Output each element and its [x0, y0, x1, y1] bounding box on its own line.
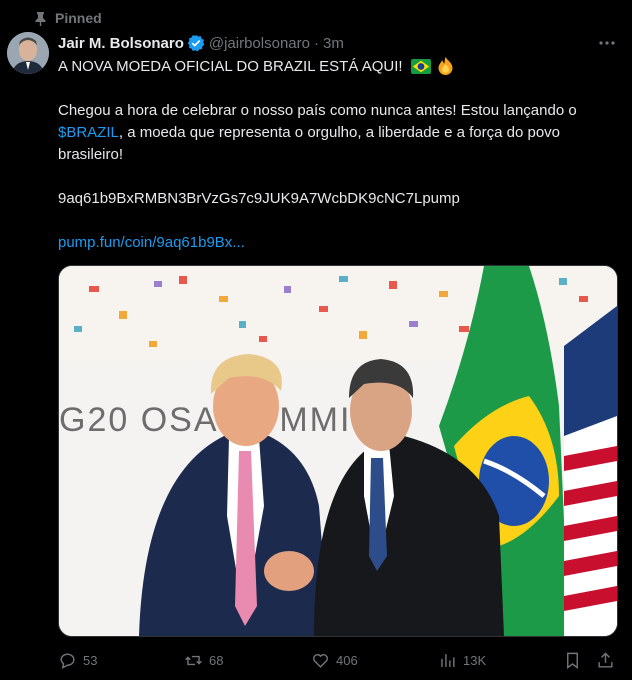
author-name[interactable]: Jair M. Bolsonaro — [58, 35, 184, 52]
repost-icon — [185, 655, 202, 665]
repost-count: 68 — [209, 652, 224, 668]
photo-handshake-image: G20 OSA SUMMIT — [59, 266, 617, 636]
paragraph-text-end: , a moeda que representa o orgulho, a li… — [58, 124, 560, 163]
pinned-indicator: Pinned — [34, 8, 102, 28]
separator-dot: · — [313, 34, 319, 52]
cashtag-link[interactable]: $BRAZIL — [58, 124, 119, 141]
view-count: 13K — [463, 652, 487, 668]
tweet-headline: A NOVA MOEDA OFICIAL DO BRAZIL ESTÁ AQUI… — [58, 58, 403, 75]
tweet-headline-line: A NOVA MOEDA OFICIAL DO BRAZIL ESTÁ AQUI… — [58, 56, 618, 78]
like-count: 406 — [336, 652, 358, 668]
reply-icon — [60, 652, 75, 669]
paragraph-text-start: Chegou a hora de celebrar o nosso país c… — [58, 102, 577, 119]
views-button[interactable]: 13K — [438, 648, 486, 672]
views-chart-icon — [441, 653, 455, 667]
repost-button[interactable]: 68 — [184, 648, 223, 672]
share-icon — [598, 651, 613, 668]
brazil-flag-icon — [410, 59, 431, 74]
contract-address: 9aq61b9BxRMBN3BrVzGs7c9JUK9A7WcbDK9cNC7L… — [58, 190, 460, 207]
bookmark-icon — [567, 652, 578, 669]
reply-button[interactable]: 53 — [58, 648, 97, 672]
tweet-text: A NOVA MOEDA OFICIAL DO BRAZIL ESTÁ AQUI… — [58, 56, 618, 254]
avatar[interactable] — [7, 32, 49, 74]
pin-icon — [35, 11, 46, 26]
handshake — [264, 551, 314, 591]
author-handle[interactable]: @jairbolsonaro — [209, 35, 310, 52]
tweet-media-photo[interactable]: G20 OSA SUMMIT — [58, 265, 618, 637]
tweet-header: Jair M. Bolsonaro @jairbolsonaro · 3m — [58, 32, 344, 54]
tweet-timestamp[interactable]: 3m — [323, 35, 344, 52]
heart-icon — [313, 653, 328, 668]
reply-count: 53 — [83, 652, 98, 668]
like-button[interactable]: 406 — [311, 648, 358, 672]
tweet-paragraph: Chegou a hora de celebrar o nosso país c… — [58, 100, 618, 166]
verified-badge-icon — [187, 34, 205, 52]
more-options-icon[interactable] — [598, 36, 616, 50]
pinned-label: Pinned — [55, 10, 102, 26]
pump-fun-link[interactable]: pump.fun/coin/9aq61b9Bx... — [58, 232, 618, 254]
share-button[interactable] — [596, 648, 615, 672]
us-flag-backdrop — [564, 306, 617, 636]
fire-icon — [438, 57, 453, 75]
tweet-action-bar: 53 68 406 13K — [58, 648, 620, 672]
bookmark-button[interactable] — [563, 648, 582, 672]
